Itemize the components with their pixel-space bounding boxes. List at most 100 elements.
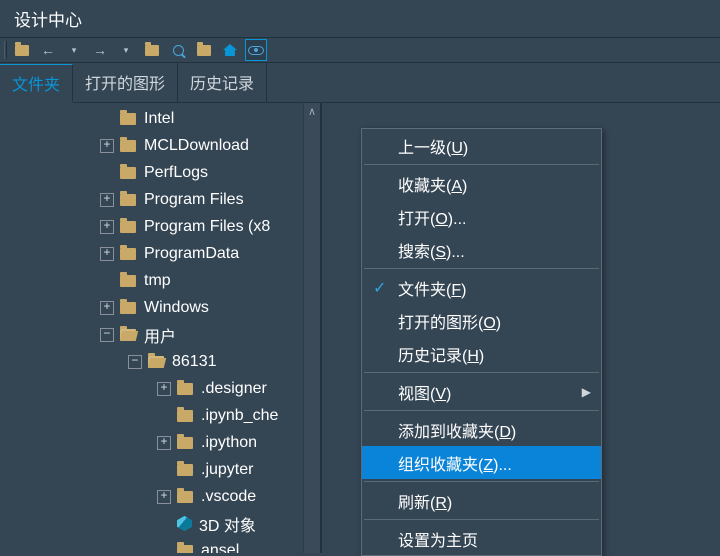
folder-icon: [177, 410, 193, 422]
expand-spacer: [157, 409, 171, 423]
expand-spacer: [157, 463, 171, 477]
collapse-icon[interactable]: −: [100, 328, 114, 342]
cube-icon: [177, 516, 192, 531]
expand-icon[interactable]: +: [157, 490, 171, 504]
tree-pane: Intel+MCLDownloadPerfLogs+Program Files+…: [0, 103, 322, 553]
expand-icon[interactable]: +: [100, 139, 114, 153]
menu-item[interactable]: ✓文件夹(F): [362, 271, 601, 304]
back-button[interactable]: ←: [37, 39, 59, 61]
menu-item[interactable]: 搜索(S)...: [362, 233, 601, 266]
menu-item[interactable]: 历史记录(H): [362, 337, 601, 370]
tree-node[interactable]: tmp: [0, 267, 320, 294]
tree-node[interactable]: − 用户: [0, 321, 320, 348]
scroll-up-button[interactable]: ∧: [304, 103, 320, 120]
folder2-button[interactable]: [141, 39, 163, 61]
menu-item[interactable]: 刷新(R): [362, 484, 601, 517]
expand-icon[interactable]: +: [157, 382, 171, 396]
submenu-arrow-icon: ▶: [582, 385, 591, 399]
menu-item-label: 打开(O)...: [398, 205, 466, 229]
tree-node-label: tmp: [144, 272, 171, 290]
menu-item-label: 刷新(R): [398, 489, 452, 513]
forward-history-button[interactable]: ▾: [115, 39, 137, 61]
folder-button[interactable]: [11, 39, 33, 61]
tree-node[interactable]: +.designer: [0, 375, 320, 402]
tree-node-label: .jupyter: [201, 461, 253, 479]
folder-icon: [177, 464, 193, 476]
menu-item[interactable]: 组织收藏夹(Z)...: [362, 446, 601, 479]
folder-icon: [120, 167, 136, 179]
expand-spacer: [100, 112, 114, 126]
tree-node[interactable]: +.ipython: [0, 429, 320, 456]
menu-item-label: 搜索(S)...: [398, 238, 465, 262]
collapse-icon[interactable]: −: [128, 355, 142, 369]
tree-node-label: PerfLogs: [144, 164, 208, 182]
forward-button[interactable]: →: [89, 39, 111, 61]
menu-separator: [364, 519, 599, 520]
menu-item-label: 添加到收藏夹(D): [398, 418, 516, 442]
expand-icon[interactable]: +: [100, 220, 114, 234]
tree-node[interactable]: + Program Files (x8: [0, 213, 320, 240]
expand-spacer: [157, 544, 171, 554]
home-button[interactable]: [219, 39, 241, 61]
menu-item-label: 视图(V): [398, 380, 451, 404]
tab-1[interactable]: 打开的图形: [73, 63, 178, 102]
context-menu[interactable]: 上一级(U) 收藏夹(A) 打开(O)... 搜索(S)... ✓文件夹(F)打开的图形…: [361, 128, 602, 556]
tree-node-label: Windows: [144, 299, 209, 317]
menu-item[interactable]: 打开(O)...: [362, 200, 601, 233]
expand-spacer: [100, 166, 114, 180]
window-title: 设计中心: [0, 0, 720, 37]
tree-node[interactable]: + MCLDownload: [0, 132, 320, 159]
folder-icon: [148, 356, 164, 368]
menu-item[interactable]: 视图(V) ▶: [362, 375, 601, 408]
tree-node[interactable]: ansel: [0, 537, 320, 553]
tree-node-label: 3D 对象: [199, 512, 256, 536]
tab-2[interactable]: 历史记录: [178, 63, 267, 102]
back-history-button[interactable]: ▾: [63, 39, 85, 61]
scrollbar[interactable]: ∧: [303, 103, 320, 553]
tree-node-label: Program Files (x8: [144, 218, 270, 236]
tree-node[interactable]: .jupyter: [0, 456, 320, 483]
menu-item-label: 收藏夹(A): [398, 172, 467, 196]
favorites-button[interactable]: [193, 39, 215, 61]
menu-item[interactable]: 设置为主页: [362, 522, 601, 555]
tree-node[interactable]: − 86131: [0, 348, 320, 375]
expand-icon[interactable]: +: [100, 247, 114, 261]
tree-node-label: Intel: [144, 110, 174, 128]
menu-item[interactable]: 上一级(U): [362, 129, 601, 162]
tree-node-label: MCLDownload: [144, 137, 249, 155]
tree-node[interactable]: .ipynb_che: [0, 402, 320, 429]
tree-node[interactable]: + Windows: [0, 294, 320, 321]
toolbar: ← ▾ → ▾: [0, 37, 720, 63]
folder-icon: [15, 45, 29, 56]
tree-node[interactable]: + ProgramData: [0, 240, 320, 267]
menu-separator: [364, 268, 599, 269]
folder-icon: [120, 221, 136, 233]
menu-item[interactable]: 打开的图形(O): [362, 304, 601, 337]
tree-node[interactable]: PerfLogs: [0, 159, 320, 186]
tree-node[interactable]: 3D 对象: [0, 510, 320, 537]
expand-icon[interactable]: +: [100, 301, 114, 315]
folder-icon: [120, 248, 136, 260]
tab-bar: 文件夹打开的图形历史记录: [0, 63, 720, 103]
expand-icon[interactable]: +: [100, 193, 114, 207]
tree-node[interactable]: +Program Files: [0, 186, 320, 213]
folder-icon: [177, 383, 193, 395]
folder-tree[interactable]: Intel+MCLDownloadPerfLogs+Program Files+…: [0, 105, 320, 553]
eye-icon: [248, 46, 264, 55]
preview-button[interactable]: [245, 39, 267, 61]
folder-icon: [177, 545, 193, 554]
tree-node-label: ProgramData: [144, 245, 239, 263]
tree-node-label: 用户: [144, 323, 176, 347]
tree-node-label: .ipynb_che: [201, 407, 278, 425]
tree-node-label: 86131: [172, 353, 217, 371]
menu-item[interactable]: 添加到收藏夹(D): [362, 413, 601, 446]
menu-item-label: 设置为主页: [398, 527, 478, 551]
tree-node[interactable]: Intel: [0, 105, 320, 132]
menu-item[interactable]: 收藏夹(A): [362, 167, 601, 200]
tree-node[interactable]: + .vscode: [0, 483, 320, 510]
tab-0[interactable]: 文件夹: [0, 64, 73, 103]
folder-icon: [120, 194, 136, 206]
tree-node-label: .vscode: [201, 488, 256, 506]
expand-icon[interactable]: +: [157, 436, 171, 450]
search-button[interactable]: [167, 39, 189, 61]
